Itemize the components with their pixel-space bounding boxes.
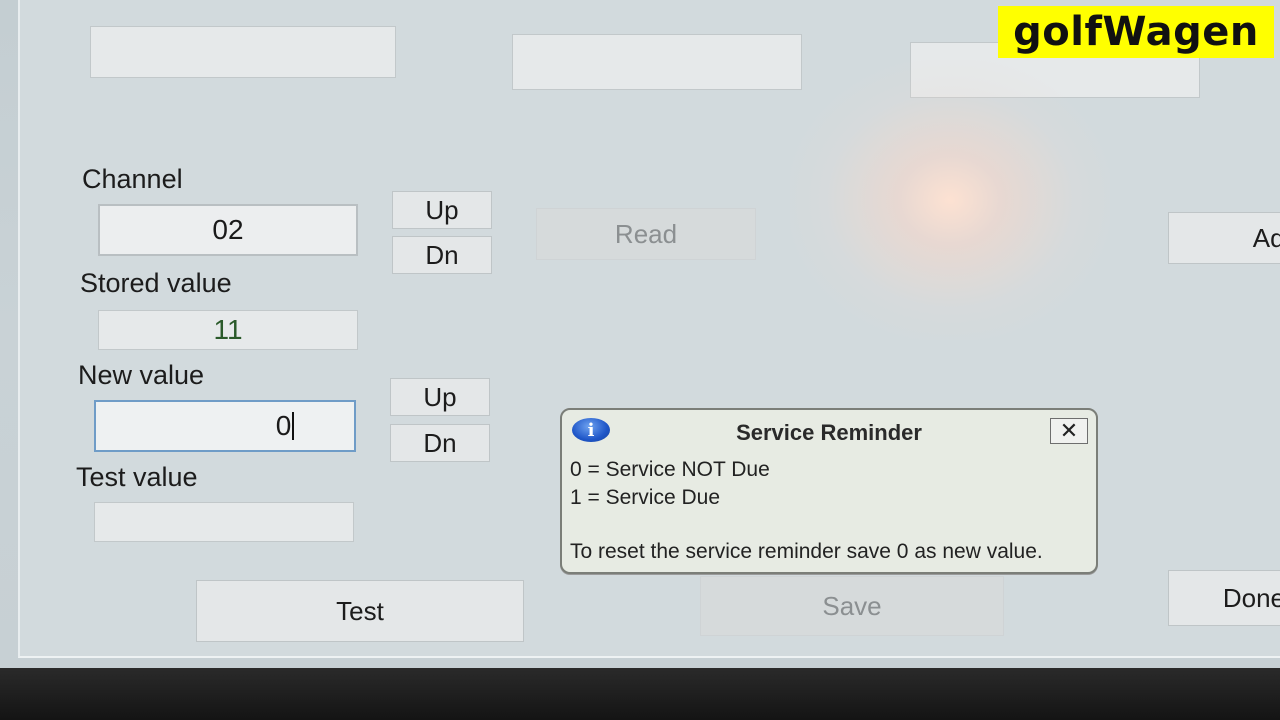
new-value-label: New value bbox=[78, 360, 205, 390]
dialog-line-2: 1 = Service Due bbox=[570, 486, 720, 509]
test-button[interactable]: Test bbox=[196, 580, 524, 642]
read-button[interactable]: Read bbox=[536, 208, 756, 260]
test-value-field bbox=[94, 502, 354, 542]
channel-label: Channel bbox=[82, 164, 183, 194]
close-icon: ✕ bbox=[1059, 418, 1079, 443]
top-field-2[interactable] bbox=[512, 34, 802, 90]
top-field-1[interactable] bbox=[90, 26, 396, 78]
done-button[interactable]: Done bbox=[1168, 570, 1280, 626]
new-value-up-button[interactable]: Up bbox=[390, 378, 490, 416]
text-caret bbox=[292, 412, 295, 440]
channel-up-button[interactable]: Up bbox=[392, 191, 492, 229]
close-button[interactable]: ✕ bbox=[1050, 418, 1088, 444]
new-value-dn-button[interactable]: Dn bbox=[390, 424, 490, 462]
stored-value-label: Stored value bbox=[80, 268, 232, 298]
test-value-label: Test value bbox=[76, 462, 198, 492]
stored-value-field: 11 bbox=[98, 310, 358, 350]
dialog-line-1: 0 = Service NOT Due bbox=[570, 458, 770, 481]
done-button-label: Done bbox=[1222, 582, 1280, 613]
channel-dn-button[interactable]: Dn bbox=[392, 236, 492, 274]
save-button[interactable]: Save bbox=[700, 576, 1004, 636]
add-button-label: Add bbox=[1252, 222, 1280, 253]
stored-value-text: 11 bbox=[213, 314, 243, 345]
desk-background bbox=[0, 668, 1280, 720]
watermark-logo: golfWagen bbox=[998, 6, 1274, 58]
add-button[interactable]: Add bbox=[1168, 212, 1280, 264]
new-value-input[interactable]: 0 bbox=[94, 400, 356, 452]
channel-field[interactable]: 02 bbox=[98, 204, 358, 256]
dialog-title: Service Reminder bbox=[736, 420, 922, 445]
new-value-text: 0 bbox=[275, 410, 292, 441]
dialog-line-3: To reset the service reminder save 0 as … bbox=[570, 540, 1043, 563]
service-reminder-dialog: i Service Reminder ✕ 0 = Service NOT Due… bbox=[560, 408, 1098, 574]
